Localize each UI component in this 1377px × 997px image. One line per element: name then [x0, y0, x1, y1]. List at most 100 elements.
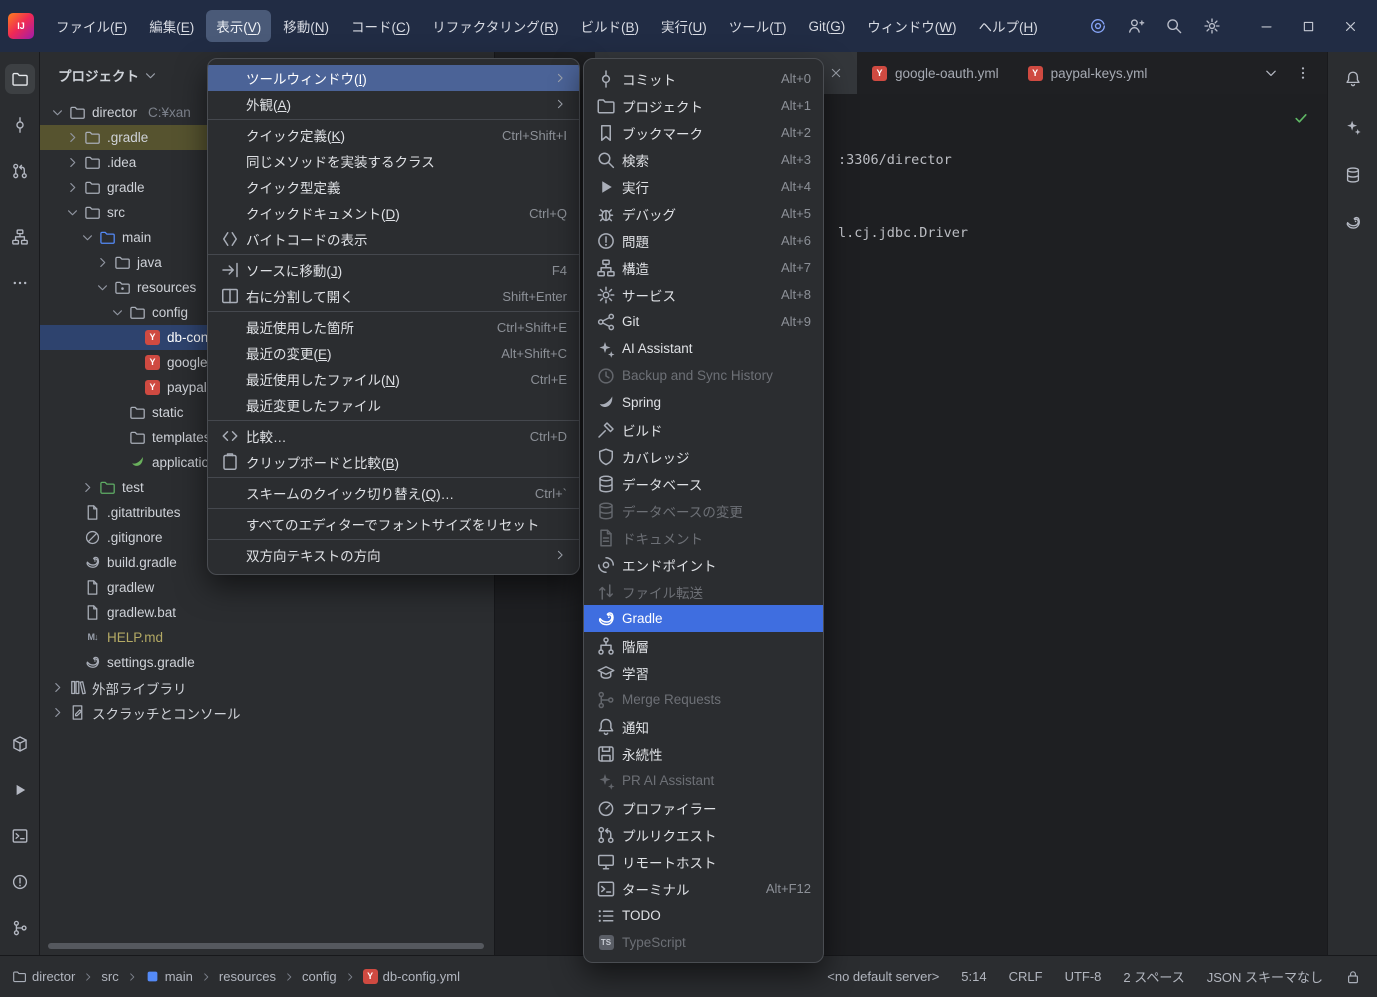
menu-item-open-in-right-split[interactable]: 右に分割して開くShift+Enter — [208, 283, 579, 309]
notifications-tool-button[interactable] — [1338, 64, 1368, 94]
run-tool-button[interactable] — [5, 775, 35, 805]
breadcrumb-item[interactable]: src — [101, 969, 118, 984]
gradle-tool-button[interactable] — [1338, 208, 1368, 238]
chevron-down-icon[interactable] — [110, 305, 125, 320]
menu-navigate[interactable]: 移動(N) — [273, 10, 339, 42]
menu-item-quick-switch-scheme[interactable]: スキームのクイック切り替え(Q)…Ctrl+` — [208, 480, 579, 506]
terminal-tool-button[interactable] — [5, 821, 35, 851]
settings-icon[interactable] — [1197, 11, 1227, 41]
commit-tool-button[interactable] — [5, 110, 35, 140]
menu-git[interactable]: Git(G) — [799, 13, 856, 40]
menu-item-hierarchy[interactable]: 階層 — [584, 632, 823, 659]
menu-item-bookmarks[interactable]: ブックマークAlt+2 — [584, 119, 823, 146]
menu-item-recent-files[interactable]: 最近使用したファイル(N)Ctrl+E — [208, 366, 579, 392]
chevron-right-icon[interactable] — [50, 705, 65, 720]
menu-item-terminal[interactable]: ターミナルAlt+F12 — [584, 875, 823, 902]
menu-item-spring[interactable]: Spring — [584, 389, 823, 416]
menu-item-problems[interactable]: 問題Alt+6 — [584, 227, 823, 254]
chevron-right-icon[interactable] — [80, 480, 95, 495]
pull-requests-tool-button[interactable] — [5, 156, 35, 186]
tree-item[interactable]: 外部ライブラリ — [40, 675, 494, 700]
ai-assistant-tool-button[interactable] — [1338, 112, 1368, 142]
menu-item-database[interactable]: データベース — [584, 470, 823, 497]
build-tool-button[interactable] — [5, 729, 35, 759]
chevron-down-icon[interactable] — [95, 280, 110, 295]
chevron-down-icon[interactable] — [50, 105, 65, 120]
menu-item-project[interactable]: プロジェクトAlt+1 — [584, 92, 823, 119]
structure-tool-button[interactable] — [5, 222, 35, 252]
menu-item-show-bytecode[interactable]: バイトコードの表示 — [208, 226, 579, 252]
menu-item-run[interactable]: 実行Alt+4 — [584, 173, 823, 200]
menu-item-gradle[interactable]: Gradle — [584, 605, 823, 632]
menu-tools[interactable]: ツール(T) — [719, 10, 797, 42]
tab-list-dropdown[interactable] — [1263, 65, 1279, 81]
menu-item-profiler[interactable]: プロファイラー — [584, 794, 823, 821]
indent[interactable]: 2 スペース — [1123, 967, 1184, 986]
project-tool-button[interactable] — [5, 64, 35, 94]
chevron-right-icon[interactable] — [65, 180, 80, 195]
menu-item-quick-definition[interactable]: クイック定義(K)Ctrl+Shift+I — [208, 122, 579, 148]
default-server-status[interactable]: <no default server> — [827, 969, 939, 984]
close-button[interactable] — [1329, 6, 1371, 46]
menu-item-learn[interactable]: 学習 — [584, 659, 823, 686]
line-ending[interactable]: CRLF — [1009, 969, 1043, 984]
tree-item[interactable]: gradlew — [40, 575, 494, 600]
menu-item-classes-implementing-same-method[interactable]: 同じメソッドを実装するクラス — [208, 148, 579, 174]
breadcrumb-item[interactable]: main — [145, 969, 193, 984]
maximize-button[interactable] — [1287, 6, 1329, 46]
ai-assistant-icon[interactable] — [1083, 11, 1113, 41]
menu-item-notifications[interactable]: 通知 — [584, 713, 823, 740]
menu-item-quick-type-definition[interactable]: クイック型定義 — [208, 174, 579, 200]
menu-item-persistence[interactable]: 永続性 — [584, 740, 823, 767]
tree-item[interactable]: スクラッチとコンソール — [40, 700, 494, 725]
close-tab-icon[interactable] — [829, 66, 843, 80]
version-control-tool-button[interactable] — [5, 913, 35, 943]
chevron-right-icon[interactable] — [50, 680, 65, 695]
menu-item-pull-requests[interactable]: プルリクエスト — [584, 821, 823, 848]
breadcrumb-item[interactable]: config — [302, 969, 337, 984]
menu-item-compare[interactable]: 比較…Ctrl+D — [208, 423, 579, 449]
menu-help[interactable]: ヘルプ(H) — [969, 10, 1048, 42]
menu-item-bidi-text-direction[interactable]: 双方向テキストの方向 — [208, 542, 579, 568]
database-tool-button[interactable] — [1338, 160, 1368, 190]
project-horizontal-scrollbar[interactable] — [48, 943, 484, 949]
menu-item-commit[interactable]: コミットAlt+0 — [584, 65, 823, 92]
breadcrumb-item[interactable]: Ydb-config.yml — [363, 969, 460, 984]
json-schema[interactable]: JSON スキーマなし — [1207, 967, 1323, 986]
editor-tab[interactable]: Ypaypal-keys.yml — [1013, 52, 1162, 94]
menu-edit[interactable]: 編集(E) — [139, 10, 204, 42]
tree-item[interactable]: settings.gradle — [40, 650, 494, 675]
chevron-down-icon[interactable] — [65, 205, 80, 220]
readonly-toggle[interactable] — [1345, 969, 1361, 985]
menu-item-recent-changes[interactable]: 最近の変更(E)Alt+Shift+C — [208, 340, 579, 366]
chevron-right-icon[interactable] — [95, 255, 110, 270]
menu-item-recently-changed-files[interactable]: 最近変更したファイル — [208, 392, 579, 418]
menu-file[interactable]: ファイル(F) — [46, 10, 137, 42]
chevron-down-icon[interactable] — [143, 68, 158, 83]
menu-window[interactable]: ウィンドウ(W) — [857, 10, 966, 42]
menu-item-build[interactable]: ビルド — [584, 416, 823, 443]
menu-item-services[interactable]: サービスAlt+8 — [584, 281, 823, 308]
tree-item[interactable]: gradlew.bat — [40, 600, 494, 625]
menu-item-find[interactable]: 検索Alt+3 — [584, 146, 823, 173]
menu-code[interactable]: コード(C) — [341, 10, 420, 42]
menu-item-ai-assistant[interactable]: AI Assistant — [584, 335, 823, 362]
code-with-me-icon[interactable] — [1121, 11, 1151, 41]
menu-build[interactable]: ビルド(B) — [571, 10, 650, 42]
tab-options-menu[interactable] — [1295, 65, 1311, 81]
menu-item-structure[interactable]: 構造Alt+7 — [584, 254, 823, 281]
breadcrumb-item[interactable]: director — [12, 969, 75, 984]
menu-item-compare-with-clipboard[interactable]: クリップボードと比較(B) — [208, 449, 579, 475]
encoding[interactable]: UTF-8 — [1065, 969, 1102, 984]
menu-item-endpoints[interactable]: エンドポイント — [584, 551, 823, 578]
caret-position[interactable]: 5:14 — [961, 969, 986, 984]
menu-run[interactable]: 実行(U) — [651, 10, 717, 42]
menu-item-remote-host[interactable]: リモートホスト — [584, 848, 823, 875]
chevron-right-icon[interactable] — [65, 130, 80, 145]
breadcrumb-item[interactable]: resources — [219, 969, 276, 984]
tree-item[interactable]: M↓HELP.md — [40, 625, 494, 650]
menu-item-appearance[interactable]: 外観(A) — [208, 91, 579, 117]
problems-tool-button[interactable] — [5, 867, 35, 897]
menu-item-git[interactable]: GitAlt+9 — [584, 308, 823, 335]
menu-refactor[interactable]: リファクタリング(R) — [422, 10, 568, 42]
